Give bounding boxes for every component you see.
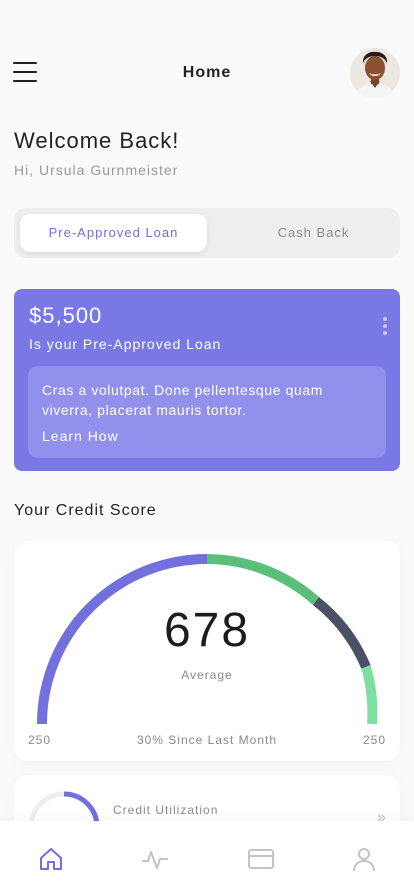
welcome-subtitle: Hi, Ursula Gurnmeister [14,162,179,178]
loan-info-text: Cras a volutpat. Done pellentesque quam … [42,382,324,418]
loan-info-box: Cras a volutpat. Done pellentesque quam … [28,366,386,458]
loan-amount: $5,500 [29,303,103,328]
loan-tabs: Pre-Approved Loan Cash Back [14,208,400,258]
activity-icon[interactable] [141,845,169,873]
more-options-icon[interactable] [380,317,390,339]
learn-how-link[interactable]: Learn How [42,428,119,444]
tab-pre-approved-loan[interactable]: Pre-Approved Loan [20,214,207,252]
credit-score-heading: Your Credit Score [14,502,157,519]
credit-utilization-label: Credit Utilization [113,803,219,817]
gauge-segment-green [206,554,320,605]
tab-cash-back[interactable]: Cash Back [220,214,407,252]
home-icon[interactable] [37,845,65,873]
loan-label: Is your Pre-Approved Loan [29,336,222,352]
app-header: Home [0,48,414,98]
welcome-title: Welcome Back! [14,128,180,153]
card-icon[interactable] [247,845,275,873]
profile-icon[interactable] [350,845,378,873]
pre-approved-loan-card: $5,500 Is your Pre-Approved Loan Cras a … [14,289,400,471]
avatar[interactable] [350,48,400,98]
credit-score-value: 678 [163,604,251,657]
credit-score-rating: Average [181,668,233,682]
bottom-navigation [0,821,414,896]
score-change-label: 30% Since Last Month [136,733,278,747]
credit-score-card: 678 Average 250 30% Since Last Month 250 [14,541,400,761]
gauge-max-label: 250 [362,733,386,747]
